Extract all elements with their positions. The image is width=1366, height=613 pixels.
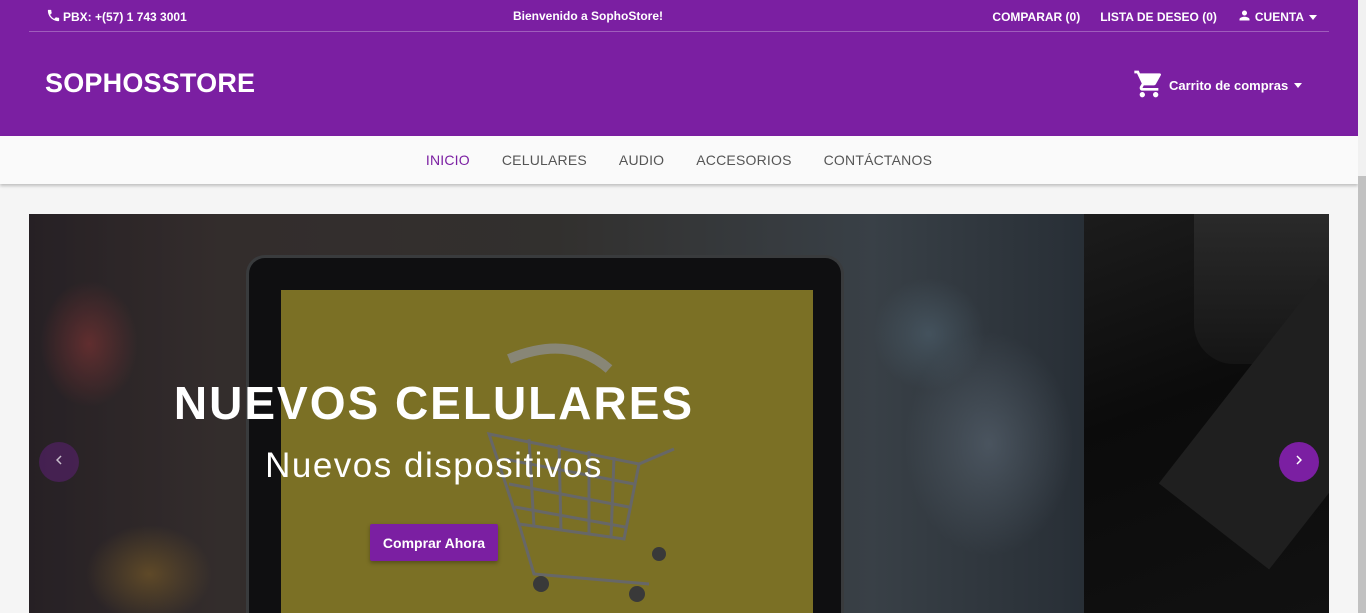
- account-menu[interactable]: CUENTA: [1237, 8, 1317, 26]
- scrollbar-track[interactable]: [1358, 0, 1366, 613]
- site-header: PBX: +(57) 1 743 3001 Bienvenido a Sopho…: [0, 0, 1358, 136]
- chevron-down-icon: [1309, 14, 1317, 20]
- chevron-right-icon: [1290, 451, 1308, 474]
- cart-label: Carrito de compras: [1169, 78, 1289, 93]
- nav-item-inicio[interactable]: INICIO: [410, 152, 486, 168]
- top-bar: PBX: +(57) 1 743 3001 Bienvenido a Sopho…: [29, 0, 1329, 32]
- person-icon: [1237, 8, 1252, 26]
- compare-link[interactable]: COMPARAR (0): [992, 10, 1080, 24]
- wishlist-link[interactable]: LISTA DE DESEO (0): [1100, 10, 1217, 24]
- cart-menu[interactable]: Carrito de compras: [1133, 68, 1303, 103]
- buy-now-button[interactable]: Comprar Ahora: [370, 524, 498, 561]
- nav-item-audio[interactable]: AUDIO: [603, 152, 680, 168]
- top-bar-links: COMPARAR (0) LISTA DE DESEO (0) CUENTA: [992, 8, 1317, 26]
- carousel-next-button[interactable]: [1279, 442, 1319, 482]
- carousel-prev-button[interactable]: [39, 442, 79, 482]
- nav-item-celulares[interactable]: CELULARES: [486, 152, 603, 168]
- chevron-left-icon: [50, 451, 68, 474]
- phone-text: PBX: +(57) 1 743 3001: [63, 10, 187, 24]
- phone-icon: [46, 8, 61, 26]
- welcome-message: Bienvenido a SophoStore!: [513, 9, 664, 23]
- chevron-down-icon: [1294, 83, 1303, 88]
- phone-contact[interactable]: PBX: +(57) 1 743 3001: [46, 8, 187, 26]
- nav-item-accesorios[interactable]: ACCESORIOS: [680, 152, 807, 168]
- scrollbar-thumb[interactable]: [1358, 176, 1366, 613]
- next-slide-preview: [1084, 214, 1329, 613]
- account-label: CUENTA: [1254, 10, 1304, 24]
- slide-subtitle: Nuevos dispositivos: [265, 446, 603, 485]
- shopping-cart-icon: [1133, 68, 1165, 103]
- slide-title: NUEVOS CELULARES: [173, 377, 695, 429]
- page: PBX: +(57) 1 743 3001 Bienvenido a Sopho…: [0, 0, 1366, 613]
- nav-item-contactanos[interactable]: CONTÁCTANOS: [808, 152, 949, 168]
- main-nav: INICIO CELULARES AUDIO ACCESORIOS CONTÁC…: [0, 136, 1358, 184]
- site-logo[interactable]: SOPHOSSTORE: [45, 68, 255, 99]
- hero-carousel: NUEVOS CELULARES Nuevos dispositivos Com…: [29, 214, 1329, 613]
